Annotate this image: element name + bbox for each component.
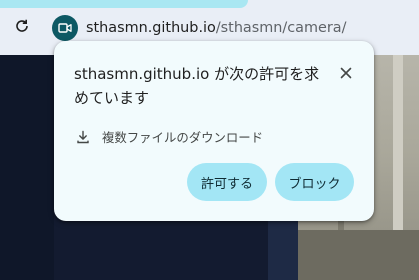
address-bar[interactable]: sthasmn.github.io/sthasmn/camera/ [46,13,419,43]
site-info-button[interactable] [52,15,78,41]
allow-button[interactable]: 許可する [187,163,267,201]
close-icon [340,62,352,82]
camera-icon [58,19,72,38]
reload-button[interactable] [10,16,34,40]
url-path: /sthasmn/camera/ [215,20,347,36]
permission-prompt: sthasmn.github.io が次の許可を求めています 複数ファイルのダウ… [54,41,374,221]
download-icon [76,130,90,144]
active-tab-edge [0,0,248,8]
reload-icon [14,18,30,38]
permission-item: 複数ファイルのダウンロード [76,127,263,147]
permission-label: 複数ファイルのダウンロード [102,130,264,145]
preview-detail [298,230,419,280]
url-text: sthasmn.github.io/sthasmn/camera/ [86,20,346,36]
block-button[interactable]: ブロック [275,163,354,201]
page-left-panel [0,55,54,280]
page-panel-edge [268,220,298,280]
prompt-title: sthasmn.github.io が次の許可を求めています [74,65,320,107]
url-host: sthasmn.github.io [86,20,216,36]
close-button[interactable] [335,61,357,83]
